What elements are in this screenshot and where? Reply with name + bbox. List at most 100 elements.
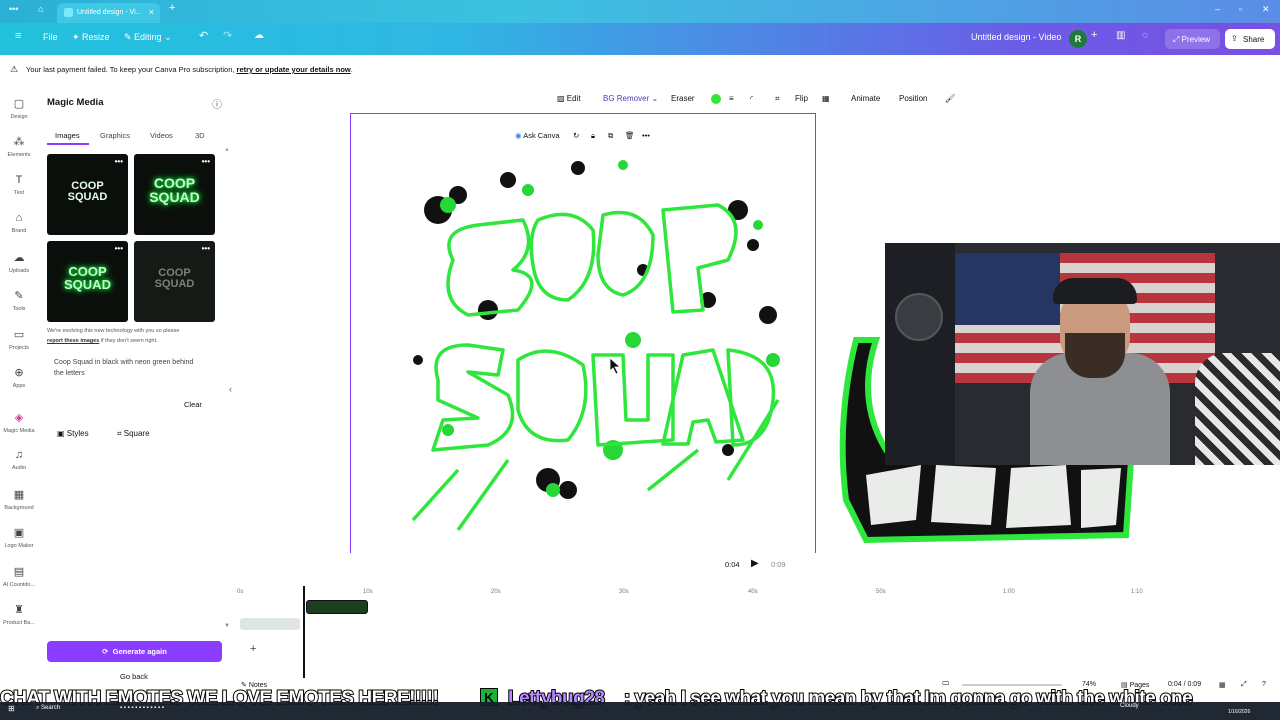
document-title[interactable]: Untitled design - Video [971, 32, 1061, 42]
new-tab-button[interactable]: + [169, 2, 175, 14]
editing-dropdown[interactable]: ✎ Editing ⌄ [124, 32, 172, 43]
result-thumbnail[interactable]: ••• COOP SQUAD [134, 154, 215, 235]
timeline-page-strip[interactable] [240, 618, 300, 630]
close-window-icon[interactable]: ✕ [1262, 4, 1270, 15]
border-style-icon[interactable]: ≡ [729, 94, 734, 103]
flip-button[interactable]: Flip [795, 94, 808, 103]
collapse-panel-icon[interactable]: ‹ [229, 384, 232, 394]
lock-icon[interactable]: 🔒︎ [591, 131, 595, 141]
scroll-up-icon[interactable]: ▲ [224, 147, 230, 153]
tab-3d[interactable]: 3D [195, 131, 205, 140]
rotate-icon[interactable]: ↻ [573, 131, 579, 140]
tab-images[interactable]: Images [55, 131, 80, 140]
minimize-icon[interactable]: – [1215, 4, 1220, 14]
color-swatch[interactable] [711, 94, 721, 104]
rail-projects[interactable]: ▭ Projects [0, 328, 38, 351]
rail-brand[interactable]: ⌂ Brand [0, 212, 38, 234]
playhead[interactable] [303, 586, 305, 678]
timeline-clip[interactable] [306, 600, 368, 614]
browser-menu-icon[interactable]: ••• [9, 4, 18, 14]
file-menu[interactable]: File [43, 32, 58, 42]
generate-again-button[interactable]: ⟳ Generate again [47, 641, 222, 662]
duplicate-icon[interactable]: ⧉ [608, 131, 613, 141]
clear-button[interactable]: Clear [184, 400, 202, 409]
play-icon[interactable]: ▶ [751, 558, 759, 569]
menu-icon[interactable]: ≡ [15, 30, 21, 42]
rail-text[interactable]: T Text [0, 174, 38, 196]
result-thumbnail[interactable]: ••• COOP SQUAD [47, 241, 128, 322]
redo-icon[interactable]: ↷ [223, 29, 232, 42]
more-icon[interactable]: ••• [642, 131, 650, 140]
share-button[interactable]: ⇪ Share [1225, 29, 1275, 49]
aspect-ratio-button[interactable]: ⌗ Square [117, 429, 150, 439]
help-icon[interactable]: ? [1262, 681, 1266, 688]
cloud-save-icon[interactable]: ☁ [254, 30, 264, 41]
add-page-icon[interactable]: + [250, 643, 256, 655]
prompt-text[interactable]: Coop Squad in black with neon green behi… [54, 357, 204, 379]
tab-videos[interactable]: Videos [150, 131, 173, 140]
chevron-down-icon[interactable]: ▼ [224, 623, 230, 629]
more-options-icon[interactable]: ••• [202, 243, 210, 254]
animate-button[interactable]: Animate [851, 94, 880, 103]
rail-background[interactable]: ▦ Background [0, 488, 38, 511]
rail-apps[interactable]: ⊕ Apps [0, 366, 38, 389]
resize-button[interactable]: ✦ Resize [72, 32, 110, 43]
rail-product-background[interactable]: ♜ Product Ba... [0, 603, 38, 626]
taskbar-search[interactable]: ⌕ Search [36, 705, 60, 712]
add-collaborator-icon[interactable]: + [1091, 29, 1097, 41]
more-options-icon[interactable]: ••• [115, 243, 123, 254]
preview-button[interactable]: ⤢ Preview [1165, 29, 1220, 49]
rail-ai-countdown[interactable]: ▤ AI Countdo... [0, 565, 38, 588]
position-button[interactable]: Position [899, 94, 927, 103]
info-icon[interactable]: ⓘ [212, 96, 222, 111]
maximize-icon[interactable]: ▫ [1239, 4, 1242, 14]
rail-design[interactable]: ▢ Design [0, 97, 38, 120]
zoom-level[interactable]: 74% [1082, 681, 1096, 688]
more-options-icon[interactable]: ••• [115, 156, 123, 167]
report-images-link[interactable]: report these images [47, 338, 99, 344]
taskbar-app-icons[interactable]: ▪ ▪ ▪ ▪ ▪ ▪ ▪ ▪ ▪ ▪ ▪ ▪ [120, 705, 164, 711]
home-icon[interactable]: ⌂ [38, 4, 43, 14]
result-thumbnail[interactable]: ••• COOP SQUAD [47, 154, 128, 235]
rail-logo-maker[interactable]: ▣ Logo Maker [0, 526, 38, 549]
update-details-link[interactable]: retry or update your details now [237, 65, 351, 74]
rail-tools[interactable]: ✎ Tools [0, 289, 38, 312]
close-tab-icon[interactable]: × [149, 7, 154, 17]
tab-graphics[interactable]: Graphics [100, 131, 130, 140]
transparency-icon[interactable]: ▦ [822, 94, 830, 103]
rail-audio[interactable]: ♫ Audio [0, 449, 38, 471]
rail-label: Logo Maker [4, 543, 34, 549]
windows-start-icon[interactable]: ⊞ [8, 704, 15, 713]
rail-label: Product Ba... [3, 620, 35, 626]
corner-rounding-icon[interactable]: ◜ [750, 94, 753, 103]
timer-icon[interactable]: ▭ [942, 678, 950, 687]
undo-icon[interactable]: ↶ [199, 29, 208, 42]
eraser-button[interactable]: Eraser [671, 94, 695, 103]
result-thumbnail[interactable]: ••• COOP SQUAD [134, 241, 215, 322]
rail-uploads[interactable]: ☁ Uploads [0, 251, 38, 274]
styles-button[interactable]: ▣ Styles [57, 429, 89, 438]
resize-label: Resize [82, 32, 110, 42]
comments-icon[interactable]: ◌ [1142, 30, 1148, 41]
more-options-icon[interactable]: ••• [202, 156, 210, 167]
coop-squad-artwork[interactable] [398, 150, 798, 540]
bg-remover-button[interactable]: BG Remover ⌄ [603, 94, 658, 103]
thumb-line2: SQUAD [149, 189, 200, 205]
crop-icon[interactable]: ⌗ [775, 94, 780, 104]
thumb-line2: SQUAD [67, 191, 108, 203]
tab-title: Untitled design - Vi... [77, 9, 142, 16]
insights-icon[interactable]: ▥ [1116, 30, 1125, 41]
rail-elements[interactable]: ⁂ Elements [0, 135, 38, 158]
avatar[interactable]: R [1069, 30, 1087, 48]
edit-button[interactable]: ▨ Edit [557, 94, 581, 103]
ask-canva-button[interactable]: ◉ Ask Canva [515, 131, 560, 140]
browser-tab[interactable]: Untitled design - Vi... × [57, 3, 160, 23]
delete-icon[interactable]: 🗑︎ [625, 131, 635, 140]
browser-tab-bar: ••• ⌂ Untitled design - Vi... × + – ▫ ✕ [0, 0, 1280, 23]
rail-magic-media[interactable]: ◈ Magic Media [0, 411, 38, 434]
zoom-slider[interactable] [962, 684, 1062, 686]
copy-style-icon[interactable]: 🖌 [945, 94, 955, 103]
go-back-button[interactable]: Go back [120, 672, 148, 681]
thumb-line2: SQUAD [154, 278, 195, 290]
editor-header: ≡ File ✦ Resize ✎ Editing ⌄ ↶ ↷ ☁ Untitl… [0, 23, 1280, 55]
